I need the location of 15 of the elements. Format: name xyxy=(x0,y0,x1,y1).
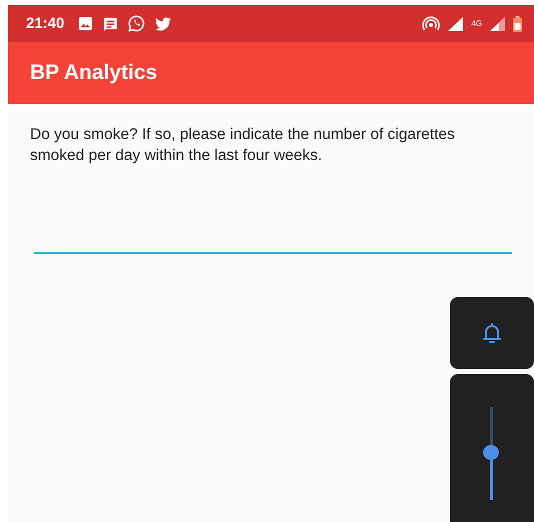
signal-icon xyxy=(490,16,505,30)
message-icon xyxy=(103,16,118,30)
hotspot-icon xyxy=(422,16,440,32)
battery-icon xyxy=(513,16,522,32)
question-text: Do you smoke? If so, please indicate the number of cigarettes smoked per day within the last four weeks. xyxy=(30,125,456,166)
clock: 21:40 xyxy=(26,15,64,32)
bell-icon[interactable] xyxy=(482,322,502,344)
chat-phone-icon xyxy=(128,15,146,32)
slider-thumb[interactable] xyxy=(483,444,499,460)
network-type: 4G xyxy=(471,20,482,28)
bird-icon xyxy=(155,16,172,30)
signal-icon xyxy=(448,16,464,30)
image-icon xyxy=(78,16,94,31)
notification-panel[interactable] xyxy=(450,297,534,369)
app-title: BP Analytics xyxy=(30,61,158,85)
